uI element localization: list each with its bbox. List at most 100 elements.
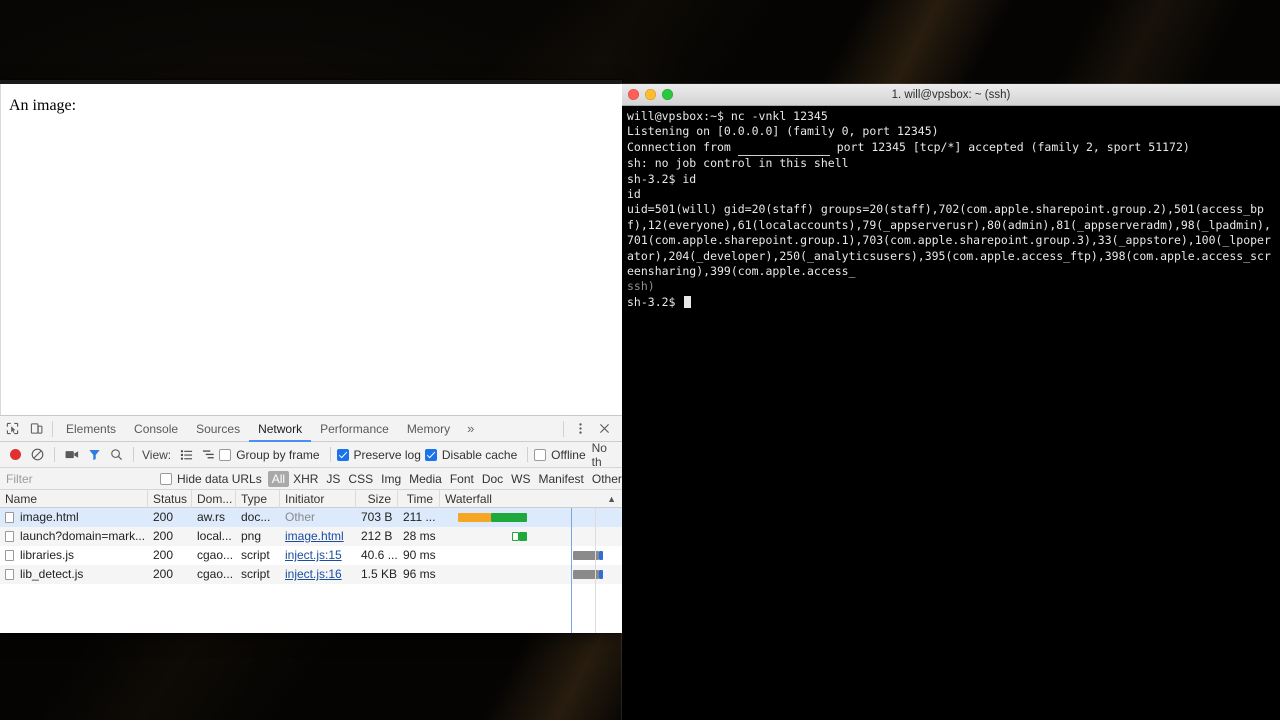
cell-time: 90 ms (403, 548, 436, 562)
tab-network[interactable]: Network (249, 416, 311, 442)
terminal-line: sh: no job control in this shell (627, 156, 849, 171)
tab-console[interactable]: Console (125, 416, 187, 442)
more-options-icon[interactable] (568, 417, 592, 441)
preserve-log-checkbox[interactable]: Preserve log (336, 448, 421, 462)
terminal-title-bar[interactable]: 1. will@vpsbox: ~ (ssh) (622, 84, 1280, 106)
cell-time: 28 ms (403, 529, 436, 543)
waterfall-bar-blue (599, 551, 603, 560)
network-rows: image.html 200 aw.rs doc... Other 703 B 211 ..… (0, 508, 622, 633)
sort-ascending-icon: ▲ (607, 493, 616, 504)
view-label: View: (142, 447, 172, 462)
terminal-window: 1. will@vpsbox: ~ (ssh) will@vpsbox:~$ n… (622, 84, 1280, 720)
device-toolbar-icon[interactable] (24, 417, 48, 441)
cell-size: 703 B (361, 510, 393, 524)
inspect-element-icon[interactable] (0, 417, 24, 441)
cell-status: 200 (153, 567, 174, 581)
table-row[interactable]: lib_detect.js 200 cgao... script inject.js:1… (0, 565, 622, 584)
filter-type-js[interactable]: JS (322, 472, 344, 486)
terminal-line: will@vpsbox:~$ nc -vnkl 12345 (627, 109, 828, 123)
request-name: launch?domain=mark... (20, 529, 146, 543)
waterfall-bar-orange (458, 513, 491, 522)
filter-type-font[interactable]: Font (446, 472, 478, 486)
cell-name: launch?domain=mark... (0, 527, 148, 546)
cell-initiator: inject.js:16 (285, 567, 342, 581)
divider-2 (133, 447, 134, 462)
waterfall-bar-green (519, 532, 527, 541)
checkbox-box (534, 448, 547, 461)
column-header-initiator[interactable]: Initiator (280, 489, 356, 508)
waterfall-view-icon[interactable] (197, 443, 219, 467)
column-header-domain[interactable]: Dom... (192, 489, 236, 508)
tab-memory[interactable]: Memory (398, 416, 459, 442)
filter-icon[interactable] (83, 443, 105, 467)
tab-performance[interactable]: Performance (311, 416, 398, 442)
terminal-output[interactable]: will@vpsbox:~$ nc -vnkl 12345 Listening o… (622, 106, 1280, 720)
screen: An image: Elements Console Sources Netwo… (0, 0, 1280, 720)
offline-label: Offline (551, 447, 586, 462)
cell-status: 200 (153, 548, 174, 562)
search-icon[interactable] (105, 443, 127, 467)
column-header-waterfall[interactable]: Waterfall ▲ (440, 490, 622, 508)
browser-window: An image: Elements Console Sources Netwo… (0, 80, 622, 633)
filter-type-other[interactable]: Other (588, 472, 622, 486)
disable-cache-label: Disable cache (441, 447, 518, 462)
cell-type: script (241, 567, 270, 581)
divider-4 (527, 447, 529, 462)
terminal-line: ssh) (627, 279, 655, 294)
filter-input[interactable] (4, 470, 154, 487)
close-button-icon[interactable] (628, 89, 639, 100)
divider (54, 447, 55, 462)
checkbox-box (424, 448, 437, 461)
waterfall-bar-green (491, 513, 527, 522)
toolbar-divider-right (563, 420, 564, 437)
filter-type-doc[interactable]: Doc (478, 472, 507, 486)
cell-initiator: inject.js:15 (285, 548, 342, 562)
filter-type-ws[interactable]: WS (507, 472, 534, 486)
filter-type-all[interactable]: All (267, 470, 290, 487)
devtools-panel: Elements Console Sources Network Perform… (0, 415, 622, 633)
close-icon[interactable] (592, 417, 616, 441)
column-header-type[interactable]: Type (236, 489, 280, 508)
throttling-dropdown[interactable]: No th (592, 442, 618, 467)
hide-data-urls-checkbox[interactable]: Hide data URLs (160, 472, 262, 486)
cell-initiator: image.html (285, 529, 344, 543)
page-text: An image: (9, 97, 77, 114)
waterfall-bar-blue (599, 570, 603, 579)
filter-type-img[interactable]: Img (377, 472, 405, 486)
devtools-tab-strip: Elements Console Sources Network Perform… (0, 416, 622, 442)
document-icon (5, 550, 14, 561)
cell-domain: local... (197, 529, 232, 543)
disable-cache-checkbox[interactable]: Disable cache (424, 447, 518, 462)
cell-status: 200 (153, 510, 174, 524)
table-row[interactable]: libraries.js 200 cgao... script inject.js:15… (0, 546, 622, 565)
column-header-size[interactable]: Size (356, 489, 398, 508)
offline-checkbox[interactable]: Offline (534, 447, 586, 462)
record-button-icon[interactable] (4, 443, 26, 467)
filter-type-xhr[interactable]: XHR (289, 472, 322, 486)
tab-elements[interactable]: Elements (57, 416, 125, 442)
cell-domain: cgao... (197, 548, 234, 562)
zoom-button-icon[interactable] (662, 89, 673, 100)
more-tabs-button[interactable]: » (459, 421, 482, 436)
filter-type-media[interactable]: Media (405, 472, 446, 486)
column-header-status[interactable]: Status (148, 489, 192, 508)
filter-type-css[interactable]: CSS (344, 472, 377, 486)
list-view-icon[interactable] (175, 443, 197, 467)
redacted-ip (737, 140, 830, 157)
terminal-line: uid=501(will) gid=20(staff) groups=20(st… (627, 202, 1271, 279)
table-row[interactable]: launch?domain=mark... 200 local... png image… (0, 527, 622, 546)
table-row[interactable]: image.html 200 aw.rs doc... Other 703 B 211 ..… (0, 508, 622, 527)
tab-sources[interactable]: Sources (187, 416, 249, 442)
clear-icon[interactable] (26, 443, 48, 467)
minimize-button-icon[interactable] (645, 89, 656, 100)
waterfall-dcl-marker (571, 508, 572, 633)
checkbox-box (219, 448, 232, 461)
camera-icon[interactable] (61, 443, 83, 467)
column-header-name[interactable]: Name (0, 489, 148, 508)
filter-type-manifest[interactable]: Manifest (535, 472, 588, 486)
terminal-line: Connection from port 12345 [tcp/*] accep… (627, 140, 1276, 157)
column-header-time[interactable]: Time (398, 489, 440, 508)
cell-time: 96 ms (403, 567, 436, 581)
group-by-frame-checkbox[interactable]: Group by frame (219, 448, 320, 462)
terminal-line: sh-3.2$ id (627, 171, 697, 186)
